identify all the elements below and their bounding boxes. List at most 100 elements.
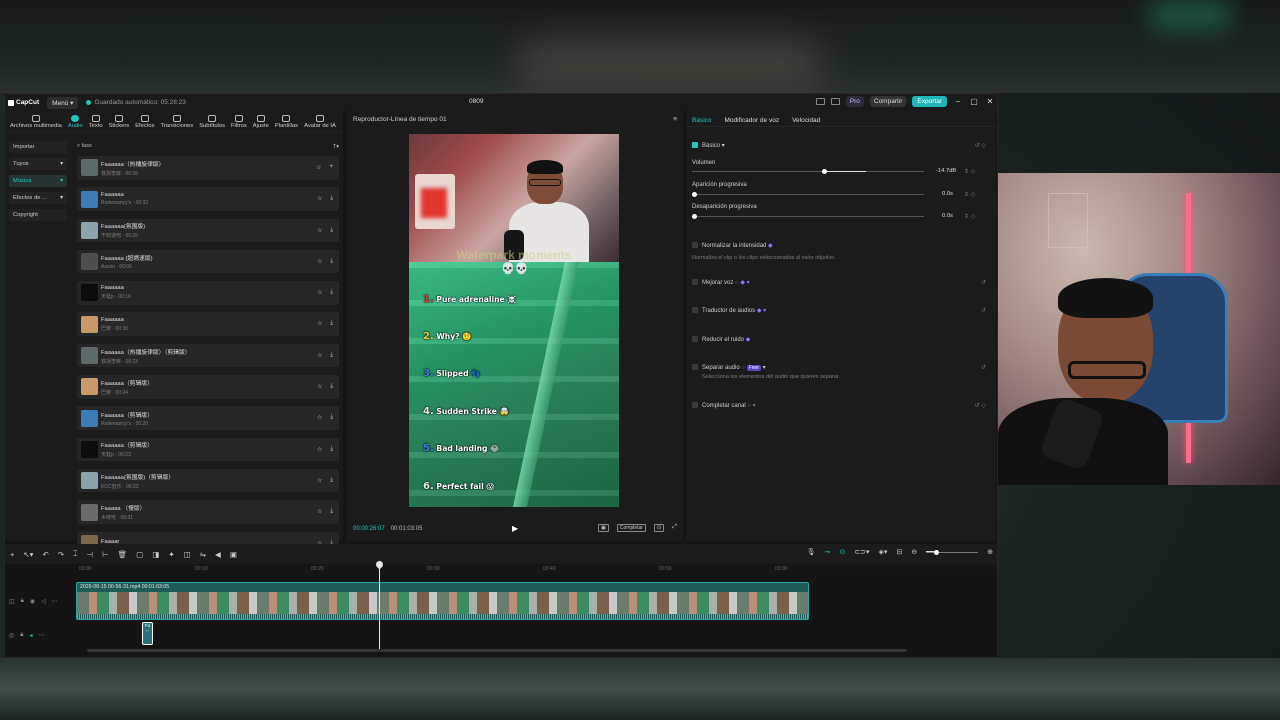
favorite-icon[interactable]: ☆ bbox=[317, 195, 322, 202]
extract-icon[interactable]: ▣ bbox=[230, 550, 237, 559]
audio-list-item[interactable]: Faaaaaa Rodemancy's · 00:32 ☆ ⤓ bbox=[77, 187, 339, 211]
category-copyright[interactable]: Copyright bbox=[9, 209, 67, 221]
tool-audio[interactable]: Audio bbox=[65, 111, 86, 132]
menu-button[interactable]: Menú ▾ bbox=[47, 96, 79, 109]
zoom-in-icon[interactable]: ⊕ bbox=[987, 548, 993, 556]
video-clip[interactable]: 2026-08-15 00-56-31.mp4 00:01:03:05 bbox=[76, 582, 809, 620]
tab-basic[interactable]: Básico bbox=[692, 117, 712, 126]
audio-list-item[interactable]: Faaaaaa 巴黎 · 00:30 ☆ ⤓ bbox=[77, 312, 339, 336]
favorite-icon[interactable]: ☆ bbox=[317, 508, 322, 515]
separate-checkbox[interactable] bbox=[692, 364, 698, 371]
video-preview[interactable]: Waterpark moments 💀💀 1. Pure adrenaline … bbox=[409, 134, 619, 507]
timeline-scrollbar[interactable] bbox=[87, 649, 907, 652]
fullscreen-icon[interactable]: ⤢ bbox=[672, 524, 677, 532]
timeline-ruler[interactable]: 00:00 00:10 00:20 00:30 00:40 00:50 01:00 bbox=[75, 564, 997, 574]
download-icon[interactable]: ⤓ bbox=[330, 195, 333, 202]
cover-icon[interactable]: ◫ bbox=[9, 598, 15, 605]
zoom-slider[interactable] bbox=[926, 549, 979, 555]
search-input[interactable]: ⌕ fass bbox=[77, 143, 92, 150]
mic-icon[interactable]: 🎙 bbox=[807, 548, 816, 556]
stepper-icon[interactable]: ⇕ ◇ bbox=[964, 168, 975, 175]
eye-icon[interactable]: ◉ bbox=[30, 598, 35, 605]
audio-list-item[interactable]: Faaaaaa（热播旋律版） 铁拐李麻 · 00:39 ☆ + bbox=[77, 156, 339, 180]
ratio-button[interactable]: Completar bbox=[616, 524, 646, 532]
reset-icon[interactable]: ↺ bbox=[981, 364, 986, 371]
enhance-checkbox[interactable] bbox=[692, 279, 698, 286]
link-icon[interactable]: ⊸ bbox=[824, 548, 830, 556]
tool-media[interactable]: Archivos multimedia bbox=[7, 111, 65, 132]
play-icon[interactable]: ▶ bbox=[512, 524, 518, 533]
redo-icon[interactable]: ↷ bbox=[58, 550, 64, 559]
split-icon[interactable]: ⌶ bbox=[73, 549, 78, 559]
favorite-icon[interactable]: ☆ bbox=[317, 258, 322, 265]
audio-list-item[interactable]: Faaaaaa (超燃速版) Auxim · 00:06 ☆ ⤓ bbox=[77, 249, 339, 274]
audio-list-item[interactable]: Faaaaaa(氛围版) 不知道吧 · 00:25 ☆ ⤓ bbox=[77, 218, 339, 243]
volume-value[interactable]: -14.7dB bbox=[936, 168, 956, 174]
download-icon[interactable]: ⤓ bbox=[330, 414, 333, 421]
stepper-icon[interactable]: ⇕ ◇ bbox=[964, 213, 975, 220]
category-import[interactable]: Importar bbox=[9, 141, 67, 153]
favorite-icon[interactable]: ☆ bbox=[317, 446, 322, 453]
volume-icon[interactable]: ◂ bbox=[29, 632, 32, 639]
download-icon[interactable]: ⤓ bbox=[330, 258, 333, 265]
fade-in-slider-knob[interactable] bbox=[692, 192, 697, 197]
audio-list-item[interactable]: Faaaaaa（剪辑版） 天蛙p · 00:23 ☆ ⤓ bbox=[77, 437, 339, 462]
split-left-icon[interactable]: ⊣ bbox=[87, 550, 94, 559]
mirror-icon[interactable]: ⇋ bbox=[200, 550, 206, 559]
select-tool-icon[interactable]: ↖▾ bbox=[23, 550, 33, 559]
category-sound-effects[interactable]: Efectos de ... ▾ bbox=[9, 192, 67, 204]
favorite-icon[interactable]: ☆ bbox=[317, 383, 322, 390]
audio-list-item[interactable]: Faaaaaa（热播旋律版）（剪辑版） 铁拐李麻 · 00:23 ☆ ⤓ bbox=[77, 343, 339, 368]
download-icon[interactable]: ⤓ bbox=[330, 289, 333, 296]
favorite-icon[interactable]: ☆ bbox=[317, 320, 322, 327]
fade-in-slider-track[interactable] bbox=[692, 194, 924, 195]
delete-icon[interactable]: 🗑 bbox=[118, 550, 128, 559]
download-icon[interactable]: ⤓ bbox=[330, 352, 333, 359]
channel-checkbox[interactable] bbox=[692, 402, 698, 409]
audio-list-item[interactable]: Faaaaaa(氛围版)（剪辑版） KCC音乐 · 00:23 ☆ ⤓ bbox=[77, 468, 339, 493]
tool-templates[interactable]: Plantillas bbox=[272, 111, 301, 132]
project-title[interactable]: 0809 bbox=[469, 98, 483, 105]
reset-icon[interactable]: ↺ bbox=[981, 307, 986, 314]
mark-icon[interactable]: ◨ bbox=[152, 550, 159, 559]
reset-icon[interactable]: ↺ ◇ bbox=[975, 402, 986, 409]
split-right-icon[interactable]: ⊢ bbox=[102, 550, 109, 559]
crop-tool-icon[interactable]: ◫ bbox=[184, 550, 191, 559]
rotate-icon[interactable]: ◀ bbox=[215, 550, 221, 559]
audio-list-item[interactable]: Faaaaaa（剪辑版） 巴黎 · 00:24 ☆ ⤓ bbox=[77, 375, 339, 399]
tool-effects[interactable]: Efectos bbox=[132, 111, 157, 132]
favorite-icon[interactable]: ☆ bbox=[317, 414, 322, 421]
zoom-out-icon[interactable]: ⊖ bbox=[911, 548, 917, 556]
stepper-icon[interactable]: ⇕ ◇ bbox=[964, 191, 975, 198]
maximize-icon[interactable]: ▢ bbox=[969, 97, 979, 106]
track-icon[interactable]: ◈▾ bbox=[878, 548, 887, 556]
favorite-icon[interactable]: ☆ bbox=[317, 352, 322, 359]
download-icon[interactable]: ⤓ bbox=[330, 446, 333, 453]
audio-clip[interactable]: Fa ◦◦ bbox=[142, 622, 153, 645]
reset-icon[interactable]: ↺ ◇ bbox=[975, 142, 986, 149]
lock-icon[interactable]: 🔒︎ bbox=[21, 598, 24, 605]
export-button[interactable]: Exportar bbox=[912, 96, 947, 107]
favorite-icon[interactable]: ☆ bbox=[316, 164, 321, 171]
category-yours[interactable]: Tuyos ▾ bbox=[9, 158, 67, 170]
reduce-noise-checkbox[interactable] bbox=[692, 336, 698, 343]
crop-icon[interactable]: ⊡ bbox=[653, 524, 665, 532]
fade-out-slider-knob[interactable] bbox=[692, 214, 697, 219]
translator-checkbox[interactable] bbox=[692, 307, 698, 314]
download-icon[interactable]: ⤓ bbox=[330, 508, 333, 515]
close-icon[interactable]: ✕ bbox=[985, 97, 995, 106]
tool-text[interactable]: Texto bbox=[86, 111, 106, 132]
add-icon[interactable]: + bbox=[329, 164, 333, 171]
player-menu-icon[interactable]: ≡ bbox=[673, 116, 677, 123]
tab-speed[interactable]: Velocidad bbox=[792, 117, 820, 126]
fade-in-value[interactable]: 0.0s bbox=[942, 191, 953, 197]
download-icon[interactable]: ⤓ bbox=[330, 320, 333, 327]
download-icon[interactable]: ⤓ bbox=[330, 227, 333, 234]
snap-icon[interactable]: ⊙ bbox=[839, 548, 845, 556]
audio-list-item[interactable]: Faaaaa （慢版） 木吱吱 · 00:31 ☆ ⤓ bbox=[77, 500, 339, 524]
text-filter-button[interactable]: T▾ bbox=[333, 144, 339, 150]
layout-icon[interactable] bbox=[815, 98, 825, 105]
reset-icon[interactable]: ↺ bbox=[981, 279, 986, 286]
fit-icon[interactable]: ⊟ bbox=[896, 548, 902, 556]
tool-adjust[interactable]: Ajuste bbox=[250, 111, 272, 132]
